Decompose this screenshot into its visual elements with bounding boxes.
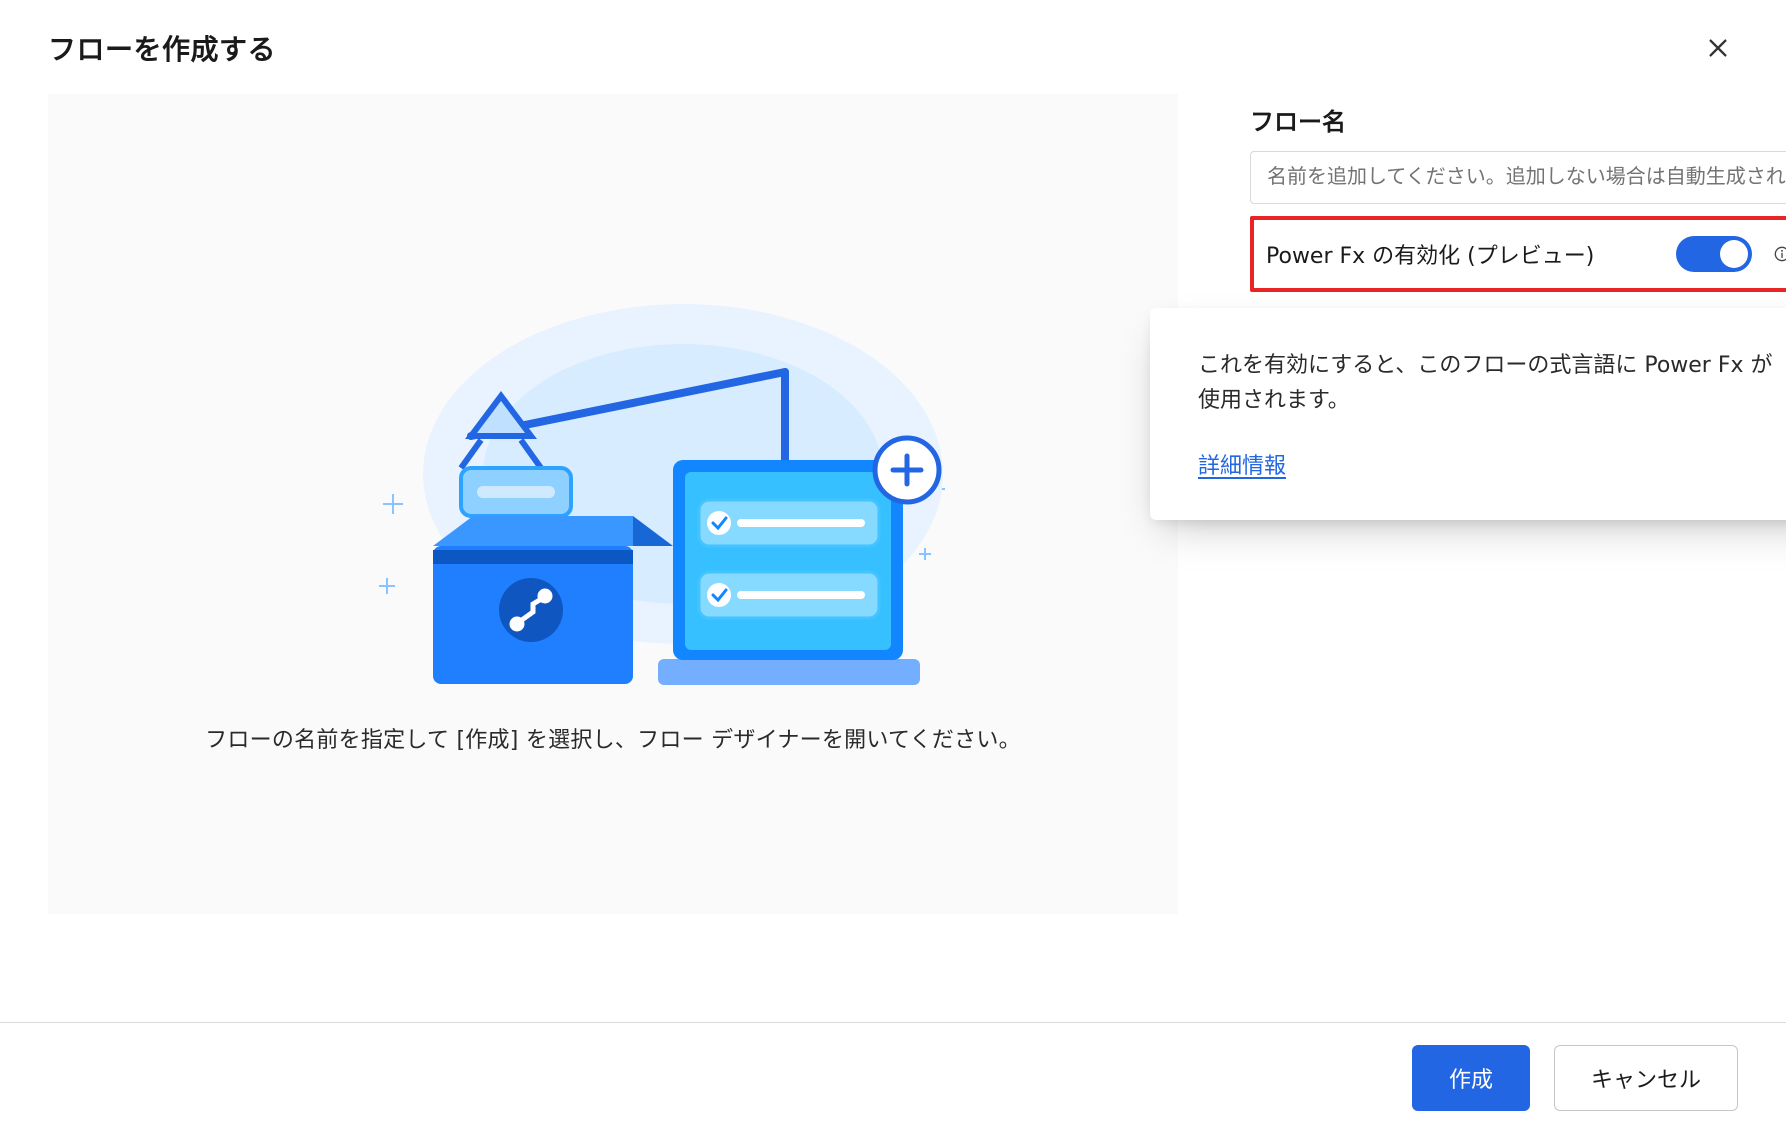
right-pane: フロー名 Power Fx の有効化 (プレビュー) これを有効にすると (1250, 94, 1786, 292)
power-fx-callout: これを有効にすると、このフローの式言語に Power Fx が使用されます。 詳… (1150, 308, 1786, 520)
dialog-create-flow: フローを作成する (0, 0, 1786, 1133)
dialog-body: フローの名前を指定して [作成] を選択し、フロー デザイナーを開いてください。… (0, 94, 1786, 914)
power-fx-toggle[interactable] (1676, 236, 1752, 272)
power-fx-row-highlight: Power Fx の有効化 (プレビュー) (1250, 216, 1786, 292)
cancel-button[interactable]: キャンセル (1554, 1045, 1738, 1111)
dialog-title: フローを作成する (48, 28, 276, 68)
close-icon (1707, 37, 1729, 59)
power-fx-toggle-label: Power Fx の有効化 (プレビュー) (1266, 238, 1660, 270)
dialog-footer: 作成 キャンセル (0, 1022, 1786, 1133)
hero-illustration (48, 94, 1178, 694)
info-icon (1774, 242, 1786, 266)
create-button[interactable]: 作成 (1412, 1045, 1530, 1111)
dialog-header: フローを作成する (0, 0, 1786, 94)
power-fx-callout-text: これを有効にすると、このフローの式言語に Power Fx が使用されます。 (1198, 348, 1786, 418)
hero-illustration-svg (263, 264, 963, 694)
flow-name-label: フロー名 (1250, 102, 1786, 137)
hero-caption: フローの名前を指定して [作成] を選択し、フロー デザイナーを開いてください。 (48, 722, 1178, 754)
callout-learn-more-link[interactable]: 詳細情報 (1198, 448, 1286, 480)
close-button[interactable] (1698, 28, 1738, 68)
power-fx-info-button[interactable] (1768, 240, 1786, 268)
flow-name-input[interactable] (1250, 151, 1786, 204)
toggle-knob (1720, 240, 1748, 268)
left-pane: フローの名前を指定して [作成] を選択し、フロー デザイナーを開いてください。 (48, 94, 1178, 914)
